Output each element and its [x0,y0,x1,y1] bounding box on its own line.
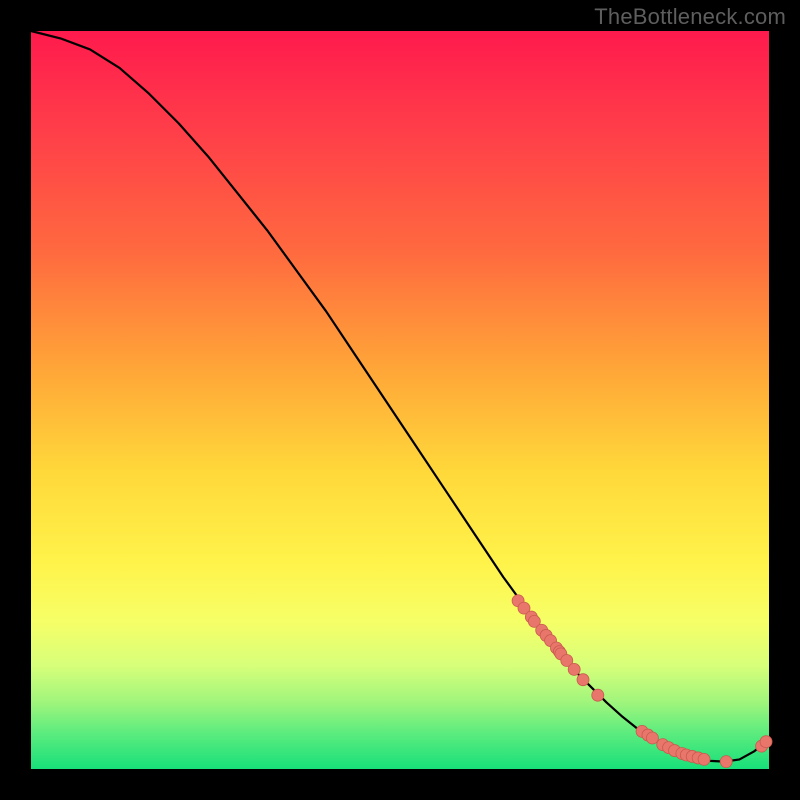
chart-svg [31,31,769,769]
scatter-dot [577,674,589,686]
scatter-group [512,595,772,768]
scatter-dot [592,689,604,701]
scatter-dot [698,753,710,765]
watermark-text: TheBottleneck.com [594,4,786,30]
plot-area [31,31,769,769]
chart-frame: TheBottleneck.com [0,0,800,800]
scatter-dot [720,756,732,768]
scatter-dot [568,663,580,675]
scatter-dot [760,736,772,748]
scatter-dot [646,732,658,744]
bottleneck-curve-path [31,31,769,762]
